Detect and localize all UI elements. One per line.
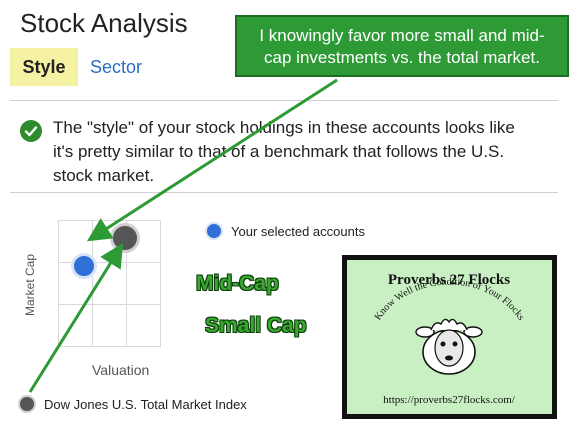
annotation-line: I knowingly favor more small and mid- xyxy=(259,26,545,45)
annotation-arrow xyxy=(86,78,338,242)
annotation-callout: I knowingly favor more small and mid- ca… xyxy=(235,15,569,77)
sheep-icon xyxy=(415,318,483,375)
small-cap-label: Small Cap xyxy=(205,314,307,337)
proverbs-27-flocks-logo: Proverbs 27 Flocks Know Well the Conditi… xyxy=(342,255,557,419)
mid-cap-label: Mid-Cap xyxy=(196,272,279,295)
benchmark-arrow xyxy=(28,242,124,393)
logo-url: https://proverbs27flocks.com/ xyxy=(383,394,516,406)
annotation-line: cap investments vs. the total market. xyxy=(264,48,540,67)
